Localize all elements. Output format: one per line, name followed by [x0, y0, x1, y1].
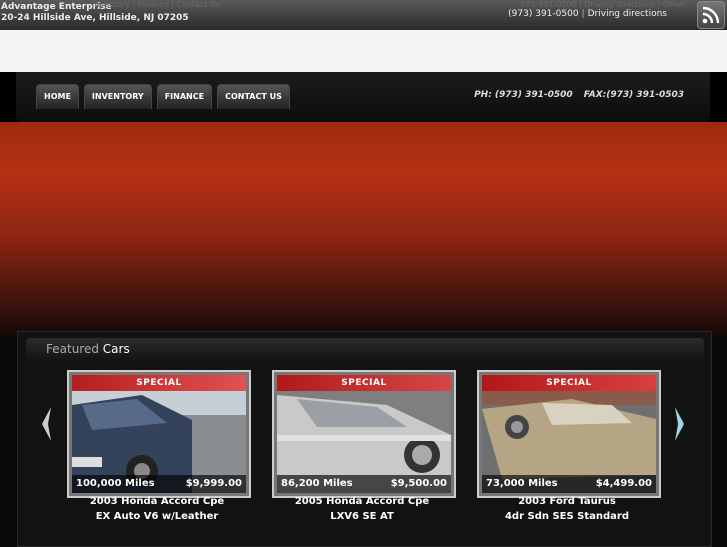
nav-area: Home Inventory Finance Contact Us PH: (9…: [0, 72, 727, 127]
car-title: 2005 Honda Accord Cpe: [294, 496, 430, 507]
driving-directions-link[interactable]: Driving directions: [588, 9, 667, 19]
rss-icon: [702, 6, 720, 24]
nav-tab-contact-us[interactable]: Contact Us: [217, 84, 290, 109]
nav-phone: PH: (973) 391-0500: [474, 90, 573, 100]
car-price: $4,499.00: [595, 478, 652, 489]
car-trim: LXV6 SE AT: [330, 511, 394, 522]
featured-title-strong: Cars: [102, 342, 130, 356]
car-miles: 73,000 Miles: [486, 478, 558, 489]
featured-cars: Featured Cars SPECIAL 100,000 Miles $9,9…: [17, 331, 712, 547]
car-photo[interactable]: SPECIAL 100,000 Miles $9,999.00: [72, 375, 246, 493]
price-bar: 86,200 Miles $9,500.00: [277, 475, 451, 493]
featured-header: Featured Cars: [26, 338, 704, 362]
ghost-links: Inventory | Finance | Contact Us: [92, 0, 221, 9]
nav-tab-inventory[interactable]: Inventory: [83, 84, 152, 109]
special-badge: SPECIAL: [277, 375, 451, 391]
car-title: 2003 Ford Taurus: [518, 496, 616, 507]
special-badge: SPECIAL: [482, 375, 656, 391]
main-nav: Home Inventory Finance Contact Us PH: (9…: [16, 72, 710, 124]
header-phone: (973) 391-0500: [508, 9, 579, 19]
nav-fax: FAX:(973) 391-0503: [583, 90, 684, 100]
dealer-address: 20-24 Hillside Ave, Hillside, NJ 07205: [1, 13, 189, 23]
car-miles: 86,200 Miles: [281, 478, 353, 489]
featured-car-card[interactable]: SPECIAL 86,200 Miles $9,500.00: [272, 370, 456, 498]
hero-banner: [0, 122, 727, 337]
featured-car-card[interactable]: SPECIAL 100,000 Miles $9,999.00: [67, 370, 251, 498]
car-miles: 100,000 Miles: [76, 478, 155, 489]
car-photo[interactable]: SPECIAL 73,000 Miles $4,499.00: [482, 375, 656, 493]
featured-car-card[interactable]: SPECIAL 73,000 Miles $4,499.00: [477, 370, 661, 498]
car-price: $9,999.00: [185, 478, 242, 489]
car-title: 2003 Honda Accord Cpe: [89, 496, 225, 507]
car-caption[interactable]: 2005 Honda Accord Cpe LXV6 SE AT: [270, 494, 454, 524]
nav-tabs: Home Inventory Finance Contact Us: [36, 84, 290, 109]
header-contact: (973) 391-0500 | Driving directions: [508, 9, 667, 19]
nav-tab-home[interactable]: Home: [36, 84, 79, 109]
price-bar: 73,000 Miles $4,499.00: [482, 475, 656, 493]
car-trim: 4dr Sdn SES Standard: [504, 511, 630, 522]
price-bar: 100,000 Miles $9,999.00: [72, 475, 246, 493]
chevron-left-icon[interactable]: [38, 404, 54, 444]
banner-area: [0, 30, 727, 72]
car-photo[interactable]: SPECIAL 86,200 Miles $9,500.00: [277, 375, 451, 493]
car-price: $9,500.00: [390, 478, 447, 489]
nav-tab-finance[interactable]: Finance: [156, 84, 213, 109]
car-trim: EX Auto V6 w/Leather: [95, 511, 219, 522]
car-caption[interactable]: 2003 Ford Taurus 4dr Sdn SES Standard: [475, 494, 659, 524]
rss-button[interactable]: [697, 1, 725, 29]
phone-fax: PH: (973) 391-0500 FAX:(973) 391-0503: [466, 90, 684, 100]
featured-title: Featured Cars: [46, 342, 130, 356]
car-caption[interactable]: 2003 Honda Accord Cpe EX Auto V6 w/Leath…: [65, 494, 249, 524]
featured-title-light: Featured: [46, 342, 99, 356]
ghost-contact: 973-391-0500 | Driving directions | Othe…: [520, 0, 686, 9]
chevron-right-icon[interactable]: [672, 404, 688, 444]
top-bar: Advantage Enterprise 20-24 Hillside Ave,…: [0, 0, 727, 30]
special-badge: SPECIAL: [72, 375, 246, 391]
